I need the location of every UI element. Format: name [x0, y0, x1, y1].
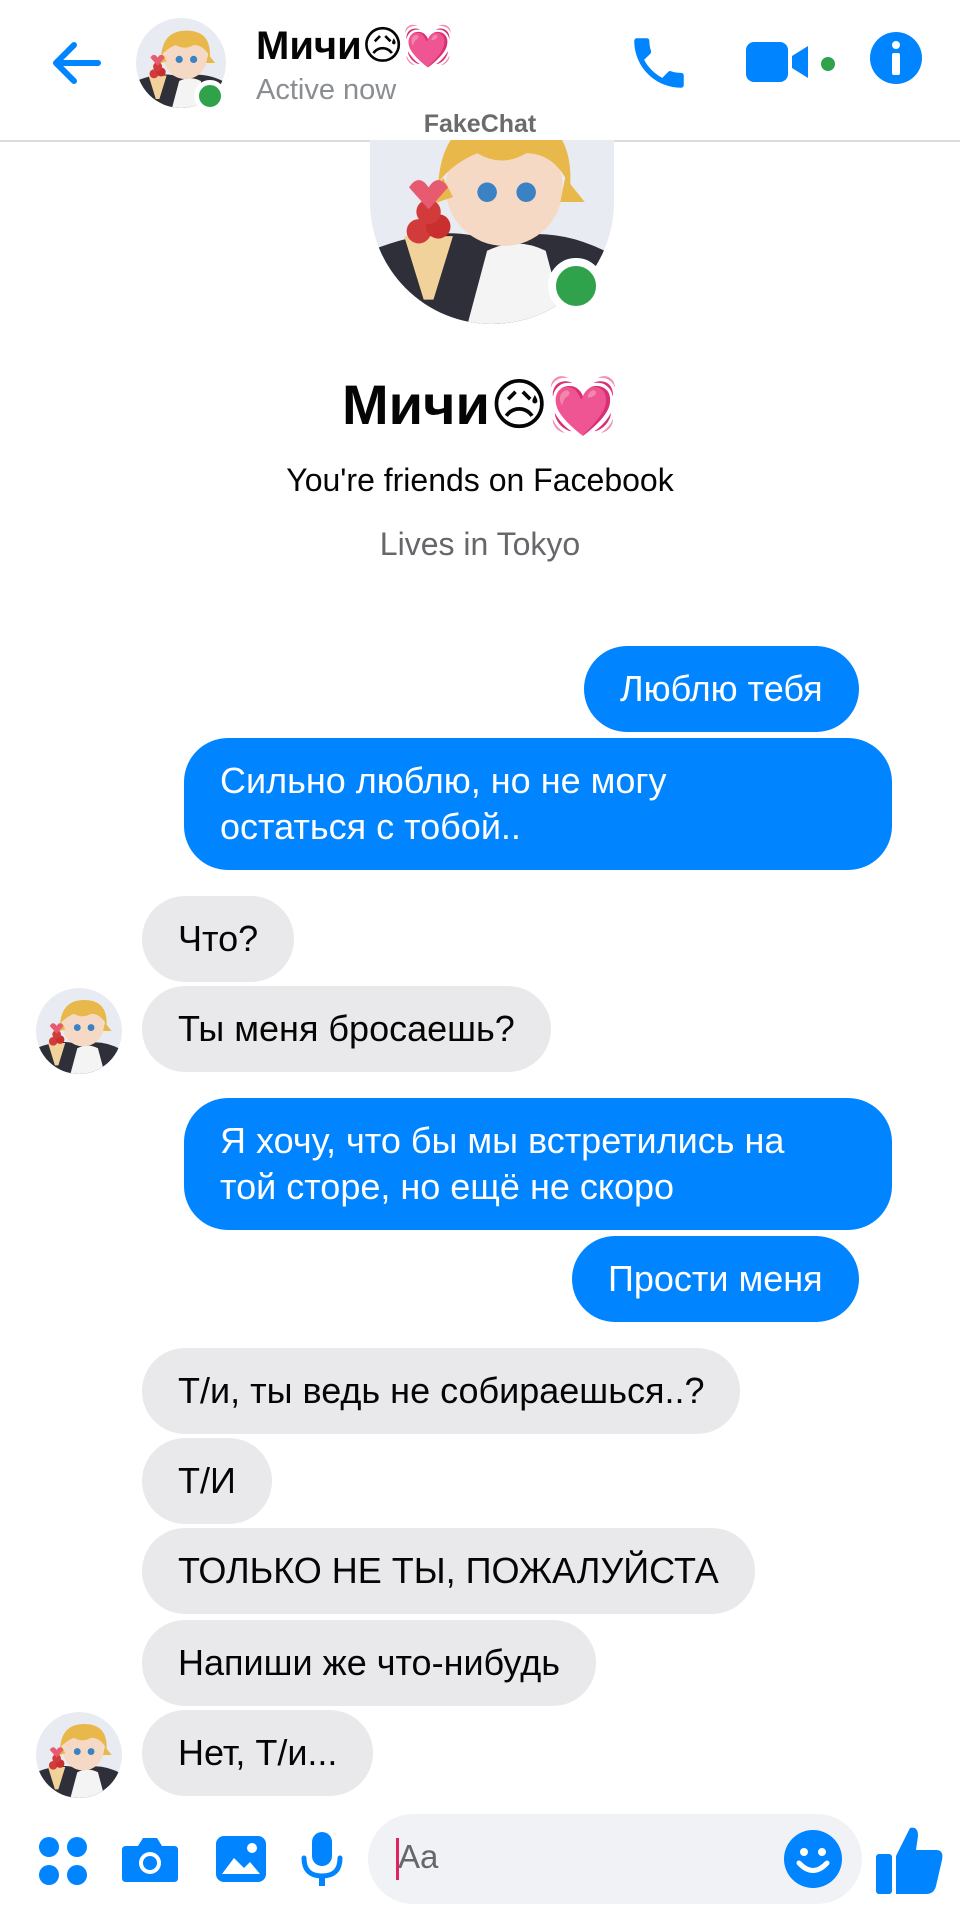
video-call-button[interactable]: [744, 36, 812, 88]
message-line: Напиши же что-нибудь: [178, 1642, 560, 1683]
info-button[interactable]: [868, 30, 924, 86]
camera-icon: [122, 1838, 178, 1882]
message-line: Т/И: [178, 1460, 236, 1501]
like-button[interactable]: [874, 1822, 946, 1901]
message-bubble-outgoing[interactable]: Прости меня: [572, 1236, 859, 1322]
back-arrow-icon: [53, 42, 101, 84]
image-icon: [216, 1836, 266, 1882]
message-input-placeholder: Aa: [398, 1838, 439, 1875]
online-indicator: [194, 80, 226, 112]
message-bubble-incoming[interactable]: Т/И: [142, 1438, 272, 1524]
emoji-icon: [784, 1830, 842, 1888]
emoji-button[interactable]: [782, 1828, 844, 1890]
message-line: той сторе, но ещё не скоро: [220, 1166, 675, 1207]
voice-button[interactable]: [298, 1830, 346, 1895]
message-line: Ты меня бросаешь?: [178, 1008, 515, 1049]
message-bubble-outgoing[interactable]: Люблю тебя: [584, 646, 859, 732]
message-line: Сильно люблю, но не могу: [220, 760, 667, 801]
message-bubble-incoming[interactable]: Т/и, ты ведь не собираешься..?: [142, 1348, 741, 1434]
message-line: Т/и, ты ведь не собираешься..?: [178, 1370, 705, 1411]
phone-icon: [634, 38, 684, 88]
profile-name: Мичи😥💓: [341, 373, 619, 436]
active-status: Active now: [256, 74, 397, 106]
message-bubble-incoming[interactable]: Нет, Т/и...: [142, 1710, 374, 1796]
sender-avatar[interactable]: [36, 1712, 122, 1798]
sender-avatar-image: [36, 1712, 122, 1798]
video-camera-icon: [746, 42, 808, 82]
message-line: ТОЛЬКО НЕ ТЫ, ПОЖАЛУЙСТА: [178, 1550, 719, 1591]
profile-online-indicator: [548, 258, 604, 314]
message-line: Я хочу, что бы мы встретились на: [220, 1120, 785, 1161]
back-button[interactable]: [44, 30, 110, 96]
message-bubble-incoming[interactable]: Что?: [142, 896, 295, 982]
app-watermark: FakeChat: [423, 110, 537, 138]
gallery-button[interactable]: [214, 1832, 268, 1891]
contact-name[interactable]: Мичи😥💓: [256, 22, 453, 69]
video-active-indicator: [818, 54, 838, 74]
message-line: Что?: [178, 918, 259, 959]
message-line: Люблю тебя: [620, 668, 823, 709]
sender-avatar[interactable]: [36, 988, 122, 1074]
message-bubble-incoming[interactable]: Напиши же что-нибудь: [142, 1620, 596, 1706]
message-bubble-incoming[interactable]: ТОЛЬКО НЕ ТЫ, ПОЖАЛУЙСТА: [142, 1528, 755, 1614]
message-line: остаться с тобой..: [220, 806, 521, 847]
location-info: Lives in Tokyo: [379, 526, 581, 562]
microphone-icon: [301, 1832, 343, 1886]
message-line: Нет, Т/и...: [178, 1732, 338, 1773]
call-button[interactable]: [626, 30, 692, 96]
info-icon: [870, 32, 922, 84]
camera-button[interactable]: [120, 1832, 180, 1891]
thumbs-up-icon: [876, 1827, 943, 1894]
message-line: Прости меня: [608, 1258, 823, 1299]
sender-avatar-image: [36, 988, 122, 1074]
apps-grid-icon: [39, 1837, 87, 1885]
message-bubble-outgoing[interactable]: Я хочу, что бы мы встретились на той сто…: [184, 1098, 892, 1230]
friends-status: You're friends on Facebook: [286, 462, 674, 498]
apps-button[interactable]: [36, 1834, 90, 1893]
message-bubble-outgoing[interactable]: Сильно люблю, но не могу остаться с тобо…: [184, 738, 892, 870]
message-bubble-incoming[interactable]: Ты меня бросаешь?: [142, 986, 551, 1072]
